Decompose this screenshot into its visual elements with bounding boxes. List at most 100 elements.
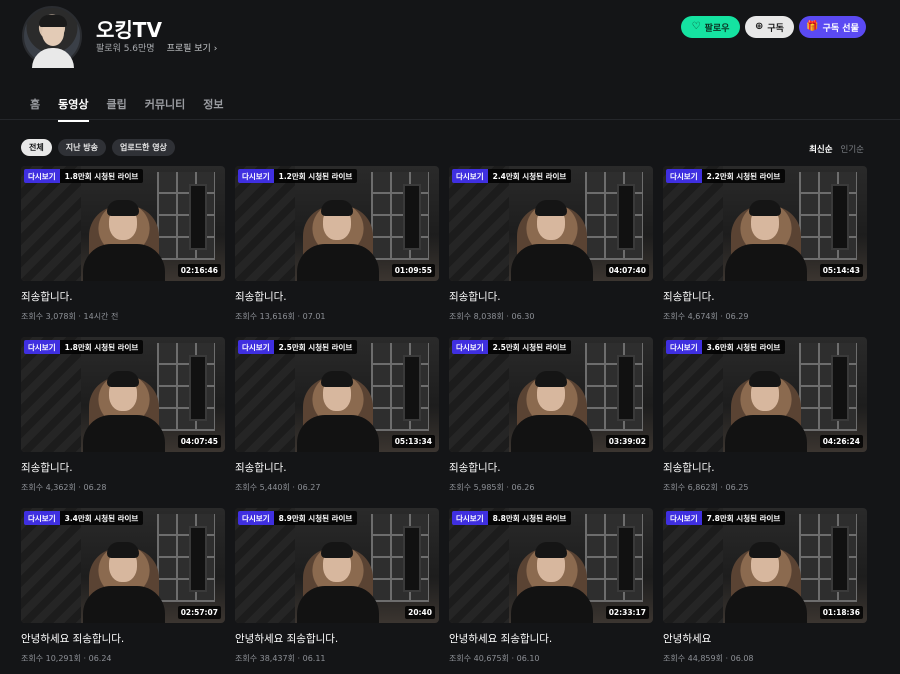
thumbnail-wall bbox=[449, 166, 509, 281]
channel-name: 오킹TV bbox=[96, 18, 162, 42]
sort-popular[interactable]: 인기순 bbox=[841, 143, 864, 155]
video-title[interactable]: 죄송합니다. bbox=[235, 289, 439, 304]
channel-avatar[interactable] bbox=[22, 6, 82, 68]
filter-past-broadcasts[interactable]: 지난 방송 bbox=[57, 139, 106, 156]
thumbnail-person-hair bbox=[749, 542, 781, 558]
video-title[interactable]: 안녕하세요 죄송합니다. bbox=[449, 631, 653, 646]
video-card[interactable]: 다시보기 8.9만회 시청된 라이브 20:40 안녕하세요 죄송합니다. 조회… bbox=[235, 508, 439, 674]
thumbnail-person-body bbox=[297, 586, 379, 623]
thumbnail-door bbox=[617, 355, 635, 421]
thumbnail-badges: 다시보기 2.5만회 시청된 라이브 bbox=[238, 340, 358, 354]
replay-badge: 다시보기 bbox=[452, 340, 488, 354]
video-title[interactable]: 죄송합니다. bbox=[663, 289, 867, 304]
video-thumbnail[interactable]: 다시보기 7.8만회 시청된 라이브 01:18:36 bbox=[663, 508, 867, 623]
video-duration: 05:14:43 bbox=[819, 264, 863, 277]
thumbnail-person-hair bbox=[749, 371, 781, 387]
live-views-badge: 7.8만회 시청된 라이브 bbox=[701, 511, 786, 525]
thumbnail-person-body bbox=[725, 415, 807, 452]
thumbnail-person-hair bbox=[107, 200, 139, 216]
video-card[interactable]: 다시보기 8.8만회 시청된 라이브 02:33:17 안녕하세요 죄송합니다.… bbox=[449, 508, 653, 674]
video-title[interactable]: 안녕하세요 bbox=[663, 631, 867, 646]
video-duration: 01:09:55 bbox=[391, 264, 435, 277]
replay-badge: 다시보기 bbox=[238, 169, 274, 183]
video-meta: 조회수 6,862회 · 06.25 bbox=[663, 483, 749, 492]
video-thumbnail[interactable]: 다시보기 1.2만회 시청된 라이브 01:09:55 bbox=[235, 166, 439, 281]
video-card[interactable]: 다시보기 2.4만회 시청된 라이브 04:07:40 죄송합니다. 조회수 8… bbox=[449, 166, 653, 337]
video-grid: 다시보기 1.8만회 시청된 라이브 02:16:46 죄송합니다. 조회수 3… bbox=[21, 166, 867, 674]
subscribe-label: 구독 bbox=[767, 23, 784, 34]
video-thumbnail[interactable]: 다시보기 2.5만회 시청된 라이브 03:39:02 bbox=[449, 337, 653, 452]
thumbnail-wall bbox=[235, 508, 295, 623]
thumbnail-badges: 다시보기 8.9만회 시청된 라이브 bbox=[238, 511, 358, 525]
filter-all[interactable]: 전체 bbox=[21, 139, 52, 156]
video-title[interactable]: 죄송합니다. bbox=[21, 289, 225, 304]
thumbnail-door bbox=[189, 526, 207, 592]
thumbnail-person-body bbox=[511, 415, 593, 452]
video-thumbnail[interactable]: 다시보기 3.6만회 시청된 라이브 04:26:24 bbox=[663, 337, 867, 452]
channel-meta: 팔로워 5.6만명 프로필 보기 › bbox=[96, 41, 217, 54]
video-card[interactable]: 다시보기 2.2만회 시청된 라이브 05:14:43 죄송합니다. 조회수 4… bbox=[663, 166, 867, 337]
replay-badge: 다시보기 bbox=[238, 511, 274, 525]
subscribe-button[interactable]: ⊕ 구독 bbox=[745, 16, 794, 38]
thumbnail-person-body bbox=[725, 586, 807, 623]
thumbnail-person-body bbox=[297, 415, 379, 452]
video-title[interactable]: 안녕하세요 죄송합니다. bbox=[235, 631, 439, 646]
video-thumbnail[interactable]: 다시보기 8.9만회 시청된 라이브 20:40 bbox=[235, 508, 439, 623]
profile-link[interactable]: 프로필 보기 › bbox=[167, 41, 218, 54]
video-title[interactable]: 죄송합니다. bbox=[449, 289, 653, 304]
thumbnail-wall bbox=[663, 508, 723, 623]
sort-latest[interactable]: 최신순 bbox=[809, 143, 832, 155]
video-duration: 02:57:07 bbox=[177, 606, 221, 619]
gift-subscription-button[interactable]: 🎁 구독 선물 bbox=[799, 16, 866, 38]
heart-icon: ♡ bbox=[691, 21, 701, 32]
thumbnail-badges: 다시보기 1.8만회 시청된 라이브 bbox=[24, 169, 144, 183]
thumbnail-badges: 다시보기 2.2만회 시청된 라이브 bbox=[666, 169, 786, 183]
thumbnail-door bbox=[831, 184, 849, 250]
video-card[interactable]: 다시보기 3.4만회 시청된 라이브 02:57:07 안녕하세요 죄송합니다.… bbox=[21, 508, 225, 674]
video-title[interactable]: 죄송합니다. bbox=[21, 460, 225, 475]
video-card[interactable]: 다시보기 2.5만회 시청된 라이브 03:39:02 죄송합니다. 조회수 5… bbox=[449, 337, 653, 508]
video-title[interactable]: 죄송합니다. bbox=[449, 460, 653, 475]
thumbnail-door bbox=[403, 526, 421, 592]
video-thumbnail[interactable]: 다시보기 8.8만회 시청된 라이브 02:33:17 bbox=[449, 508, 653, 623]
thumbnail-person-hair bbox=[107, 542, 139, 558]
thumbnail-wall bbox=[235, 166, 295, 281]
gift-icon: 🎁 bbox=[806, 21, 819, 32]
video-meta: 조회수 5,440회 · 06.27 bbox=[235, 483, 321, 492]
replay-badge: 다시보기 bbox=[452, 169, 488, 183]
thumbnail-person-body bbox=[511, 244, 593, 281]
video-card[interactable]: 다시보기 1.8만회 시청된 라이브 02:16:46 죄송합니다. 조회수 3… bbox=[21, 166, 225, 337]
video-thumbnail[interactable]: 다시보기 1.8만회 시청된 라이브 04:07:45 bbox=[21, 337, 225, 452]
filter-uploads[interactable]: 업로드한 영상 bbox=[111, 139, 175, 156]
video-card[interactable]: 다시보기 2.5만회 시청된 라이브 05:13:34 죄송합니다. 조회수 5… bbox=[235, 337, 439, 508]
video-thumbnail[interactable]: 다시보기 2.2만회 시청된 라이브 05:14:43 bbox=[663, 166, 867, 281]
thumbnail-door bbox=[189, 355, 207, 421]
video-card[interactable]: 다시보기 1.2만회 시청된 라이브 01:09:55 죄송합니다. 조회수 1… bbox=[235, 166, 439, 337]
follow-button[interactable]: ♡ 팔로우 bbox=[681, 16, 740, 38]
video-title[interactable]: 죄송합니다. bbox=[235, 460, 439, 475]
thumbnail-person-body bbox=[511, 586, 593, 623]
thumbnail-person-body bbox=[725, 244, 807, 281]
tabs-divider bbox=[0, 119, 900, 120]
video-card[interactable]: 다시보기 7.8만회 시청된 라이브 01:18:36 안녕하세요 조회수 44… bbox=[663, 508, 867, 674]
video-meta: 조회수 13,616회 · 07.01 bbox=[235, 312, 326, 321]
thumbnail-wall bbox=[235, 337, 295, 452]
replay-badge: 다시보기 bbox=[24, 340, 60, 354]
video-duration: 03:39:02 bbox=[605, 435, 649, 448]
video-thumbnail[interactable]: 다시보기 2.5만회 시청된 라이브 05:13:34 bbox=[235, 337, 439, 452]
video-thumbnail[interactable]: 다시보기 1.8만회 시청된 라이브 02:16:46 bbox=[21, 166, 225, 281]
avatar-hair bbox=[39, 15, 67, 27]
video-title[interactable]: 안녕하세요 죄송합니다. bbox=[21, 631, 225, 646]
video-duration: 01:18:36 bbox=[819, 606, 863, 619]
thumbnail-badges: 다시보기 2.4만회 시청된 라이브 bbox=[452, 169, 572, 183]
thumbnail-door bbox=[189, 184, 207, 250]
live-views-badge: 3.4만회 시청된 라이브 bbox=[59, 511, 144, 525]
video-thumbnail[interactable]: 다시보기 2.4만회 시청된 라이브 04:07:40 bbox=[449, 166, 653, 281]
video-card[interactable]: 다시보기 3.6만회 시청된 라이브 04:26:24 죄송합니다. 조회수 6… bbox=[663, 337, 867, 508]
thumbnail-wall bbox=[663, 166, 723, 281]
video-title[interactable]: 죄송합니다. bbox=[663, 460, 867, 475]
video-meta: 조회수 4,362회 · 06.28 bbox=[21, 483, 107, 492]
thumbnail-badges: 다시보기 2.5만회 시청된 라이브 bbox=[452, 340, 572, 354]
video-card[interactable]: 다시보기 1.8만회 시청된 라이브 04:07:45 죄송합니다. 조회수 4… bbox=[21, 337, 225, 508]
video-thumbnail[interactable]: 다시보기 3.4만회 시청된 라이브 02:57:07 bbox=[21, 508, 225, 623]
